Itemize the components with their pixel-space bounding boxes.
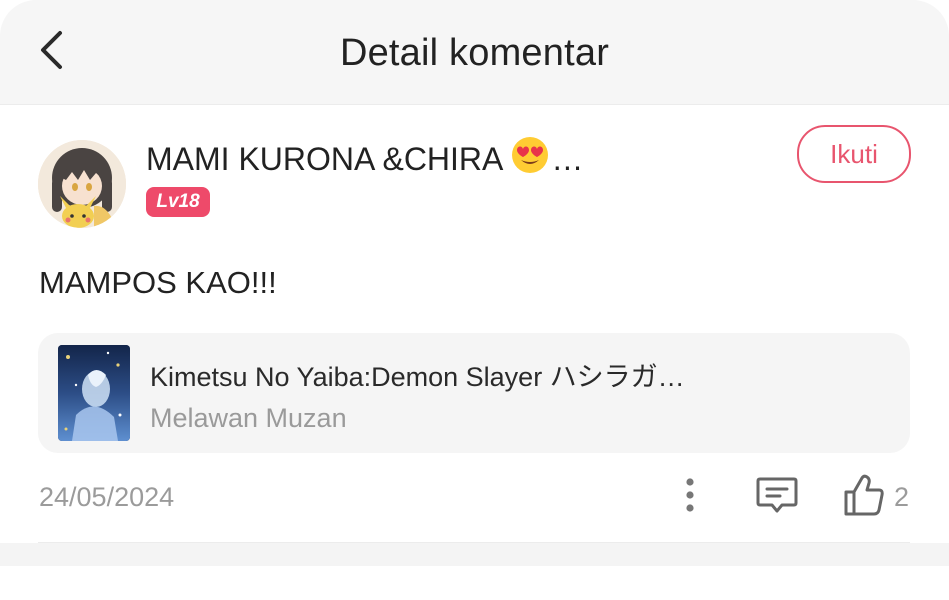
- app-frame: Detail komentar MAMI KURONA &CHIRA … Lv1…: [0, 0, 949, 600]
- avatar[interactable]: [38, 140, 126, 228]
- heart-eyes-emoji-icon: [511, 136, 549, 183]
- username-text: MAMI KURONA &CHIRA: [146, 141, 504, 177]
- header-bar: Detail komentar: [0, 0, 949, 105]
- comment-date: 24/05/2024: [39, 482, 175, 512]
- like-count: 2: [894, 482, 910, 512]
- work-card[interactable]: Kimetsu No Yaiba:Demon Slayer ハシラガ… Mela…: [38, 333, 910, 453]
- work-title: Kimetsu No Yaiba:Demon Slayer ハシラガ…: [150, 362, 685, 392]
- follow-button[interactable]: Ikuti: [797, 125, 911, 183]
- work-subtitle: Melawan Muzan: [150, 403, 347, 433]
- thumbs-up-icon: [844, 474, 884, 516]
- page-title: Detail komentar: [339, 32, 610, 74]
- reply-button[interactable]: [754, 474, 800, 518]
- like-button[interactable]: 2: [842, 472, 912, 518]
- comment-icon: [756, 477, 798, 513]
- username-ellipsis: …: [551, 141, 584, 177]
- screen: Detail komentar MAMI KURONA &CHIRA … Lv1…: [0, 0, 949, 600]
- more-options-button[interactable]: [670, 474, 710, 518]
- more-vertical-icon: [686, 478, 694, 512]
- section-separator: [0, 543, 949, 566]
- username[interactable]: MAMI KURONA &CHIRA …: [146, 136, 583, 183]
- work-cover-image: [58, 345, 130, 441]
- avatar-image: [38, 140, 126, 228]
- level-badge: Lv18: [146, 187, 210, 217]
- comment-text: MAMPOS KAO!!!: [39, 265, 277, 300]
